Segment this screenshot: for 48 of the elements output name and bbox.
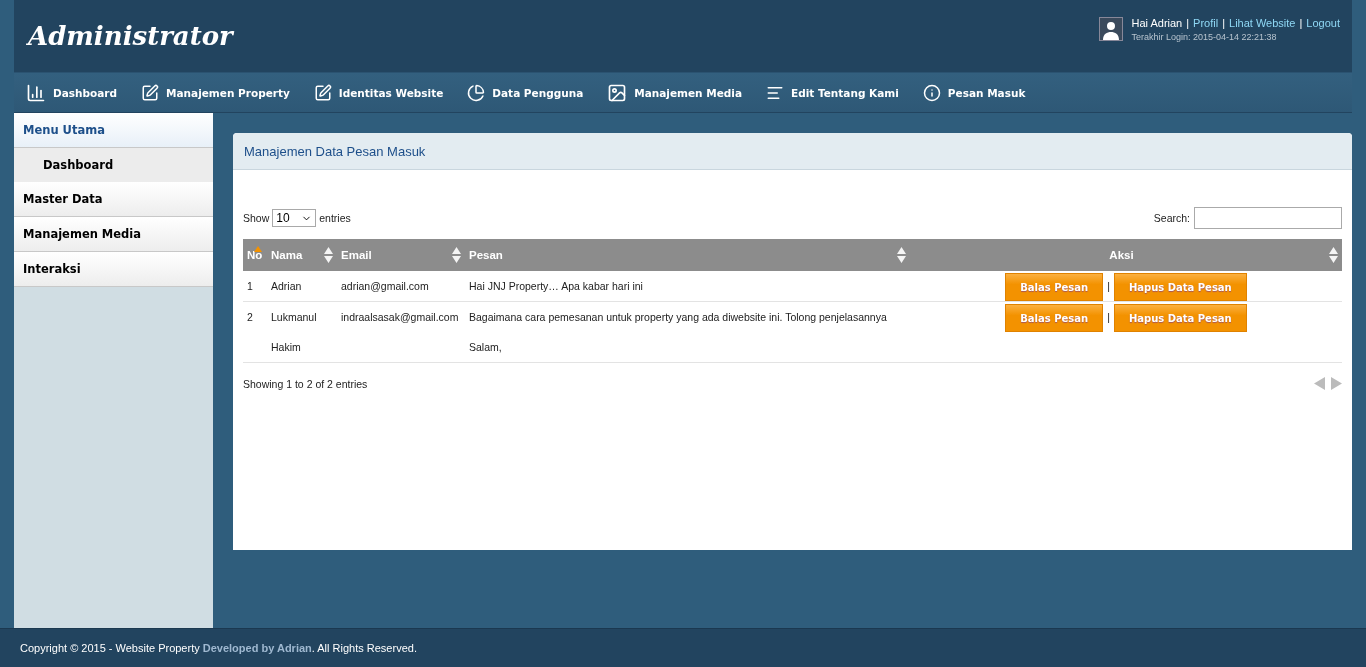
search-label: Search: (1153, 212, 1190, 224)
sidebar-item[interactable]: Dashboard (14, 148, 213, 182)
separator-text: | (1107, 280, 1110, 292)
bar-chart-icon (26, 82, 46, 103)
entries-label: entries (319, 212, 351, 224)
table-cell: indraalsasak@gmail.com (337, 301, 465, 363)
separator-text: | (1186, 16, 1190, 29)
entries-select[interactable]: 10 (272, 209, 317, 227)
nav-item[interactable]: Identitas Website (313, 83, 444, 102)
last-login-text: Terakhir Login: 2015-04-14 22:21:38 (1131, 31, 1278, 42)
separator-text: | (1299, 16, 1303, 29)
show-label: Show (243, 212, 270, 224)
avatar-icon (1099, 16, 1124, 41)
table-cell: 2 (243, 301, 267, 363)
site-title: Administrator (28, 21, 233, 51)
separator-text: | (1107, 311, 1110, 323)
footer-text: Copyright © 2015 - Website Property Developed by Adrian. All Rights Reserved. (0, 628, 1366, 667)
sidebar-heading[interactable]: Interaksi (14, 252, 213, 287)
next-page-icon[interactable] (1331, 377, 1342, 390)
nav-item[interactable]: Pesan Masuk (922, 83, 1026, 102)
table-info: Showing 1 to 2 of 2 entries (243, 377, 368, 390)
header-link[interactable]: Logout (1306, 16, 1340, 29)
nav-item[interactable]: Data Pengguna (467, 83, 584, 102)
table-cell: Adrian (267, 271, 337, 302)
pie-chart-icon (467, 83, 486, 102)
greeting-text: Hai Adrian (1131, 16, 1183, 29)
sidebar-heading[interactable]: Menu Utama (14, 113, 213, 148)
nav-item[interactable]: Manajemen Media (607, 82, 742, 103)
header-link[interactable]: Lihat Website (1229, 16, 1296, 29)
nav-item[interactable]: Edit Tentang Kami (766, 83, 899, 102)
sidebar-heading[interactable]: Master Data (14, 182, 213, 217)
table-cell: Bagaimana cara pemesanan untuk property yang ada diwebsite ini. Tolong penjelasannya Salam, (465, 301, 910, 363)
table-cell: 1 (243, 271, 267, 302)
edit-icon (141, 83, 160, 102)
separator-text: | (1222, 16, 1226, 29)
search-field[interactable] (1194, 207, 1342, 229)
nav-item[interactable]: Dashboard (26, 82, 118, 103)
image-icon (607, 82, 628, 103)
table-cell: adrian@gmail.com (337, 271, 465, 302)
info-icon (922, 83, 941, 102)
edit-icon (313, 83, 332, 102)
previous-page-icon[interactable] (1314, 377, 1325, 390)
header-link[interactable]: Profil (1193, 16, 1219, 29)
nav-item[interactable]: Manajemen Property (141, 83, 290, 102)
table-cell: Hai JNJ Property… Apa kabar hari ini (465, 271, 910, 302)
sidebar-heading[interactable]: Manajemen Media (14, 217, 213, 252)
panel-title: Manajemen Data Pesan Masuk (233, 133, 1352, 170)
table-cell: Lukmanul Hakim (267, 301, 337, 363)
